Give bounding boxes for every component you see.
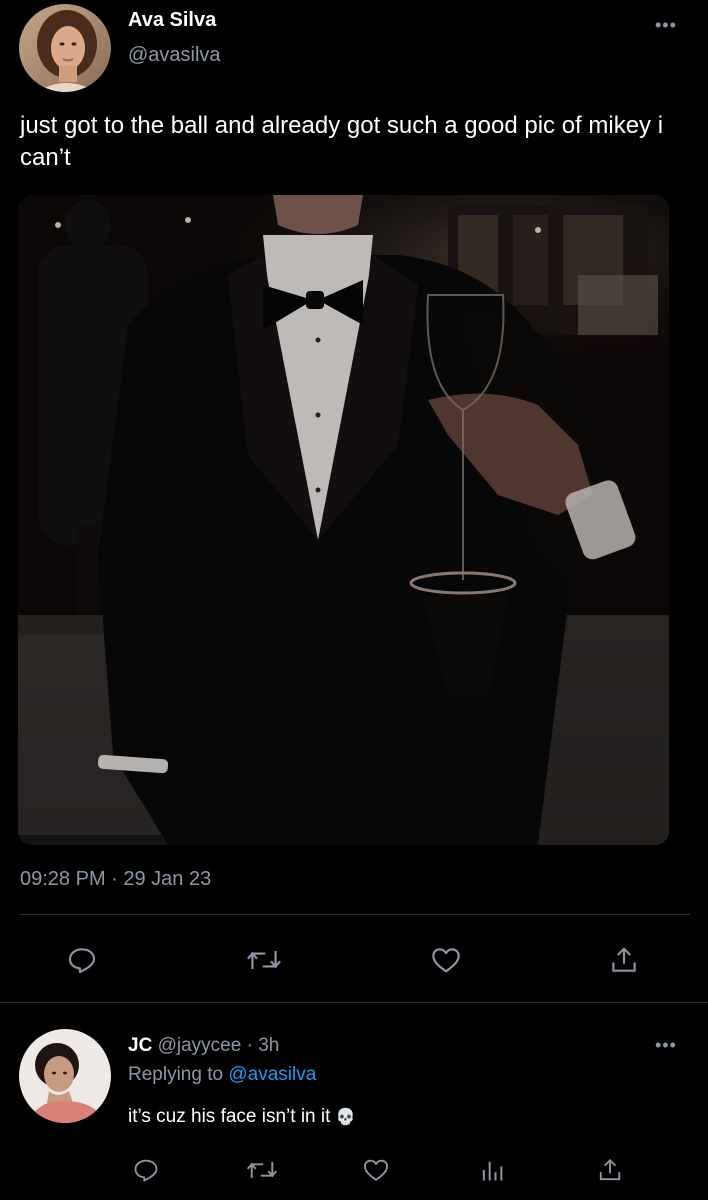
author-avatar-image xyxy=(19,4,111,92)
reply-like-button[interactable] xyxy=(356,1152,396,1188)
author-avatar[interactable] xyxy=(19,4,111,92)
author-handle[interactable]: @avasilva xyxy=(128,44,221,67)
reply-author-avatar-image xyxy=(19,1029,111,1123)
divider xyxy=(20,914,690,915)
skull-emoji: 💀 xyxy=(335,1109,356,1126)
more-options-button[interactable]: ••• xyxy=(655,16,677,34)
reply-body: it’s cuz his face isn’t in it xyxy=(128,1106,331,1127)
reply-author-avatar[interactable] xyxy=(19,1029,111,1123)
reply-button[interactable] xyxy=(60,940,104,980)
retweet-icon xyxy=(247,951,281,969)
reply-analytics-button[interactable] xyxy=(472,1152,512,1188)
reply-author-handle[interactable]: @jayycee xyxy=(158,1035,242,1056)
like-button[interactable] xyxy=(424,940,468,980)
tweet-text: just got to the ball and already got suc… xyxy=(20,112,664,171)
divider xyxy=(0,1002,708,1003)
tweet-photo-image xyxy=(18,195,669,845)
share-icon xyxy=(612,947,636,972)
tweet-photo[interactable] xyxy=(18,195,669,845)
share-icon xyxy=(599,1158,621,1181)
reply-time[interactable]: 3h xyxy=(258,1035,279,1056)
retweet-icon xyxy=(246,1162,278,1178)
heart-icon xyxy=(363,1159,389,1181)
author-name[interactable]: Ava Silva xyxy=(128,9,216,32)
reply-icon xyxy=(134,1159,158,1182)
replying-to-prefix: Replying to xyxy=(128,1064,229,1085)
reply-retweet-button[interactable] xyxy=(240,1152,284,1188)
reply-reply-button[interactable] xyxy=(126,1152,166,1188)
reply-meta: JC @jayycee · 3h xyxy=(128,1034,279,1058)
reply-author-name[interactable]: JC xyxy=(128,1035,152,1056)
reply-icon xyxy=(68,948,96,974)
analytics-icon xyxy=(482,1161,503,1181)
replying-to: Replying to @avasilva xyxy=(128,1063,316,1087)
retweet-button[interactable] xyxy=(240,940,288,980)
meta-separator: · xyxy=(241,1035,259,1056)
tweet-timestamp[interactable]: 09:28 PM · 29 Jan 23 xyxy=(20,868,211,891)
replying-to-mention[interactable]: @avasilva xyxy=(228,1064,316,1085)
heart-icon xyxy=(432,948,460,973)
share-button[interactable] xyxy=(604,940,644,980)
reply-text: it’s cuz his face isn’t in it 💀 xyxy=(128,1104,356,1131)
reply-more-options-button[interactable]: ••• xyxy=(655,1036,677,1054)
reply-share-button[interactable] xyxy=(590,1152,630,1188)
